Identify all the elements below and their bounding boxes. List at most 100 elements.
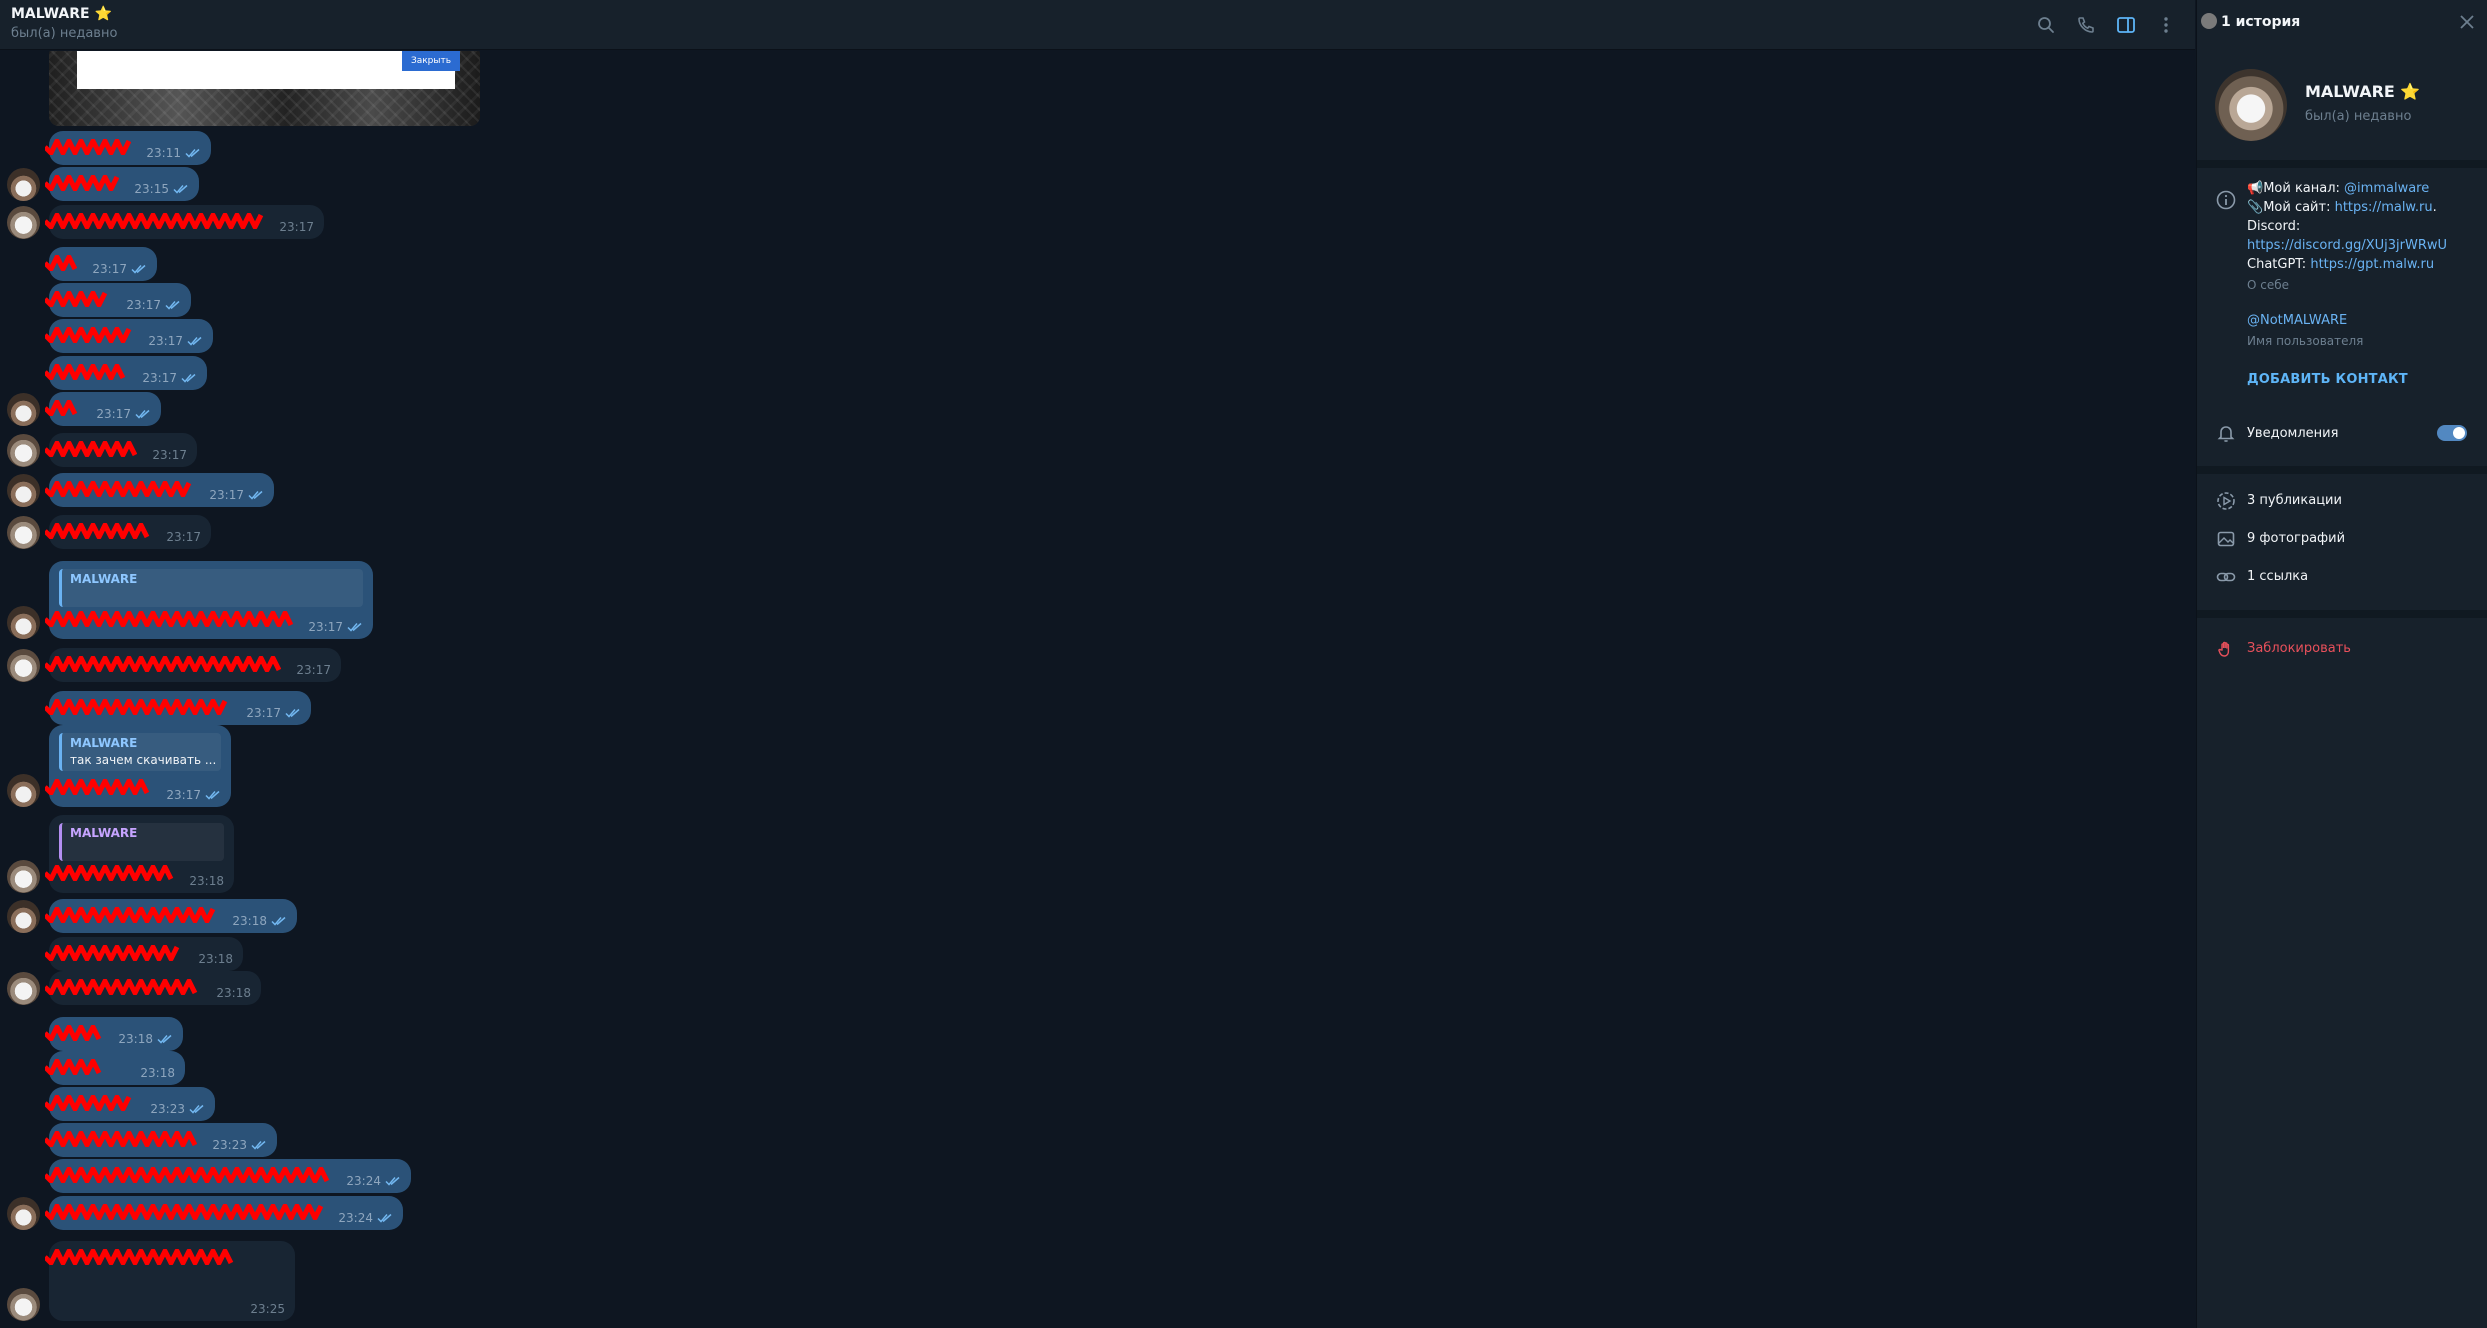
read-ticks-icon <box>165 300 181 310</box>
message-time: 23:18 <box>118 1032 153 1046</box>
message-meta: 23:17 <box>92 262 147 276</box>
sender-avatar[interactable] <box>7 393 40 426</box>
message-bubble[interactable]: 23:11 <box>45 131 211 165</box>
message-list[interactable]: Закрыть 23:11 23:15 23:17 23:17 23:17 23:17 23… <box>0 51 2195 1328</box>
message-bubble[interactable]: 23:17 <box>45 691 311 725</box>
sender-avatar[interactable] <box>7 474 40 507</box>
bio-chatgpt-label: ChatGPT: <box>2247 257 2311 272</box>
telegram-window: MALWARE ⭐ был(а) недавно Закрыть 23:11 2… <box>0 0 2487 1328</box>
stories-label[interactable]: 1 история <box>2221 14 2300 30</box>
block-user-button[interactable]: Заблокировать <box>2247 641 2351 656</box>
sender-avatar[interactable] <box>7 516 40 549</box>
message-bubble[interactable]: MALWARE так зачем скачивать ... 23:17 <box>45 725 231 807</box>
chat-title[interactable]: MALWARE ⭐ <box>11 6 112 22</box>
message-meta: 23:18 <box>198 952 233 966</box>
more-vertical-icon[interactable] <box>2155 14 2177 36</box>
message-time: 23:17 <box>308 620 343 634</box>
message-bubble[interactable]: 23:17 <box>45 247 157 281</box>
search-icon[interactable] <box>2035 14 2057 36</box>
message-time: 23:17 <box>166 788 201 802</box>
read-ticks-icon <box>205 790 221 800</box>
links-item[interactable]: 1 ссылка <box>2247 569 2308 584</box>
sender-avatar[interactable] <box>7 206 40 239</box>
message-bubble[interactable]: 23:18 <box>45 1051 185 1085</box>
discord-link-text[interactable]: https://discord.gg/XUj3jrWRwU <box>2247 238 2447 253</box>
read-ticks-icon <box>135 409 151 419</box>
message-bubble[interactable]: 23:18 <box>45 937 243 971</box>
bio-line-chatgpt: ChatGPT: https://gpt.malw.ru <box>2247 257 2434 272</box>
chatgpt-link[interactable]: https://gpt.malw.ru <box>2310 257 2434 272</box>
reply-text: так зачем скачивать ... <box>70 753 217 767</box>
message-bubble[interactable]: 23:17 <box>45 392 161 426</box>
read-ticks-icon <box>285 708 301 718</box>
site-link[interactable]: https://malw.ru <box>2335 200 2433 215</box>
message-bubble[interactable]: 23:17 <box>45 356 207 390</box>
sender-avatar[interactable] <box>7 774 40 807</box>
message-time: 23:18 <box>232 914 267 928</box>
message-bubble[interactable]: 23:17 <box>45 205 324 239</box>
redacted-text <box>45 1131 197 1147</box>
sender-avatar[interactable] <box>7 1288 40 1321</box>
message-bubble[interactable]: 23:17 <box>45 473 274 507</box>
message-bubble[interactable]: 23:23 <box>45 1087 215 1121</box>
photos-item[interactable]: 9 фотографий <box>2247 531 2345 546</box>
phone-icon[interactable] <box>2075 14 2097 36</box>
stories-avatar[interactable] <box>2201 13 2217 29</box>
message-bubble[interactable]: 23:18 <box>45 971 261 1005</box>
sender-avatar[interactable] <box>7 1197 40 1230</box>
message-bubble[interactable]: 23:18 <box>45 899 297 933</box>
chat-header[interactable]: MALWARE ⭐ был(а) недавно <box>0 0 2195 50</box>
message-meta: 23:17 <box>279 220 314 234</box>
sender-avatar[interactable] <box>7 434 40 467</box>
sender-avatar[interactable] <box>7 649 40 682</box>
reply-author: MALWARE <box>70 736 138 750</box>
message-bubble[interactable]: 23:17 <box>45 433 197 467</box>
block-section[interactable]: Заблокировать <box>2197 618 2487 678</box>
section-divider <box>2197 466 2487 474</box>
redacted-text <box>45 779 151 795</box>
message-time: 23:17 <box>142 371 177 385</box>
message-bubble[interactable]: MALWARE 23:18 <box>45 815 234 893</box>
message-bubble[interactable]: 23:18 <box>45 1017 183 1051</box>
message-bubble[interactable]: 23:17 <box>45 319 213 353</box>
message-bubble[interactable]: 23:17 <box>45 515 211 549</box>
publications-item[interactable]: 3 публикации <box>2247 493 2342 508</box>
message-bubble[interactable]: 23:23 <box>45 1123 277 1157</box>
channel-link[interactable]: @immalware <box>2344 181 2429 196</box>
section-divider <box>2197 610 2487 618</box>
sender-avatar[interactable] <box>7 860 40 893</box>
message-meta: 23:11 <box>146 146 201 160</box>
notifications-toggle[interactable] <box>2437 425 2467 441</box>
profile-avatar[interactable] <box>2215 69 2287 141</box>
message-bubble[interactable]: 23:25 <box>45 1241 295 1321</box>
discord-link[interactable]: https://discord.gg/XUj3jrWRwU <box>2247 238 2447 253</box>
message-time: 23:17 <box>209 488 244 502</box>
redacted-text <box>45 175 119 191</box>
sender-avatar[interactable] <box>7 606 40 639</box>
reply-quote[interactable]: MALWARE так зачем скачивать ... <box>59 733 221 771</box>
message-bubble[interactable]: 23:24 <box>45 1196 403 1230</box>
redacted-text <box>45 213 264 229</box>
message-bubble[interactable]: 23:15 <box>45 167 199 201</box>
sender-avatar[interactable] <box>7 900 40 933</box>
read-ticks-icon <box>185 148 201 158</box>
message-meta: 23:25 <box>250 1302 285 1316</box>
message-bubble[interactable]: 23:17 <box>45 648 341 682</box>
reply-author: MALWARE <box>70 826 138 840</box>
username-caption: Имя пользователя <box>2247 334 2364 348</box>
redacted-text <box>45 481 194 497</box>
add-contact-button[interactable]: ДОБАВИТЬ КОНТАКТ <box>2247 372 2408 387</box>
sender-avatar[interactable] <box>7 168 40 201</box>
reply-quote[interactable]: MALWARE <box>59 823 224 861</box>
message-bubble[interactable]: 23:24 <box>45 1159 411 1193</box>
reply-quote[interactable]: MALWARE <box>59 569 363 607</box>
read-ticks-icon <box>189 1104 205 1114</box>
username-link[interactable]: @NotMALWARE <box>2247 313 2347 328</box>
sender-avatar[interactable] <box>7 972 40 1005</box>
message-time: 23:17 <box>148 334 183 348</box>
close-icon[interactable] <box>2458 13 2476 31</box>
message-bubble[interactable]: 23:17 <box>45 283 191 317</box>
message-bubble[interactable]: MALWARE 23:17 <box>45 561 373 639</box>
image-message[interactable]: Закрыть <box>49 51 480 126</box>
sidebar-toggle-icon[interactable] <box>2115 14 2137 36</box>
